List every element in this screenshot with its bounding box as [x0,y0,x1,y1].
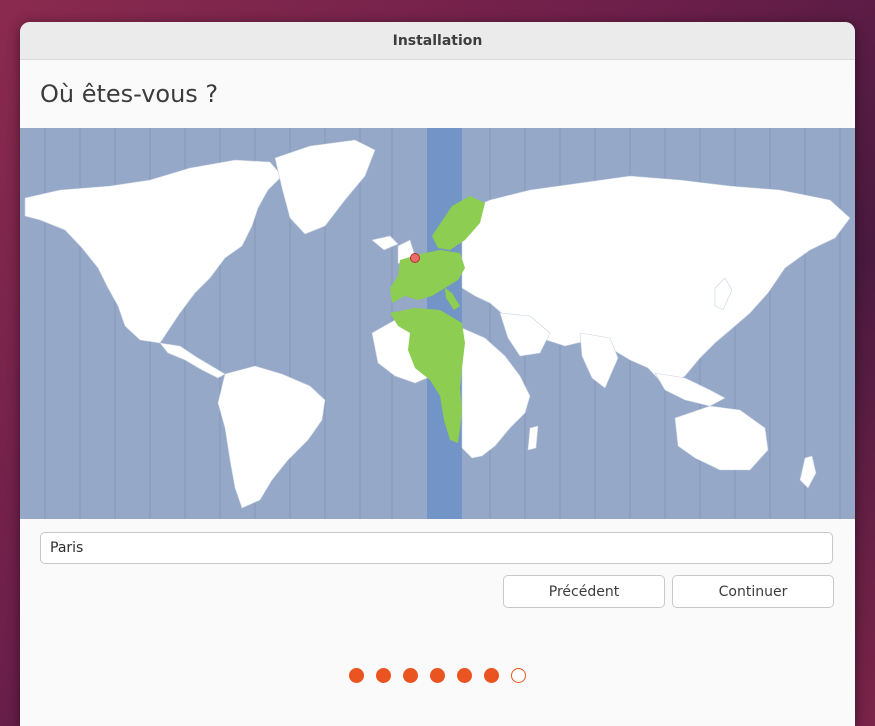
continue-button[interactable]: Continuer [672,575,834,608]
world-map[interactable] [20,128,855,519]
installer-window: Installation Où êtes-vous ? Paris Précéd… [20,22,855,726]
progress-dot [430,668,445,683]
progress-dot [349,668,364,683]
progress-dot [403,668,418,683]
map-pin-icon [410,253,420,263]
page-title: Où êtes-vous ? [40,80,219,108]
progress-indicator [349,668,526,683]
progress-dot [457,668,472,683]
progress-dot-current [511,668,526,683]
progress-dot [376,668,391,683]
progress-dot [484,668,499,683]
timezone-map[interactable] [20,128,855,519]
title-bar: Installation [20,22,855,60]
window-title: Installation [392,32,483,49]
city-search-input[interactable] [40,532,833,564]
back-button[interactable]: Précédent [503,575,665,608]
